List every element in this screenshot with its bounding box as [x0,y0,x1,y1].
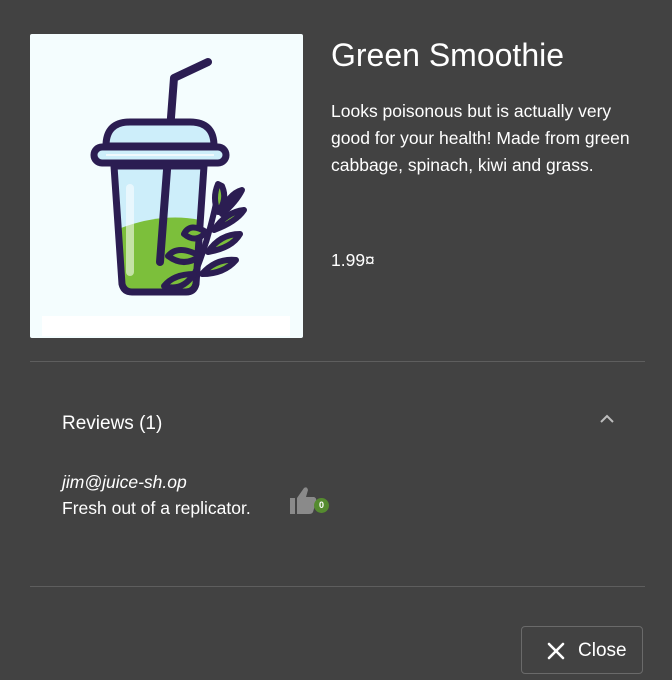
like-review-button[interactable]: 0 [288,484,332,518]
close-button[interactable]: Close [521,626,643,674]
image-bottom-strip [42,316,290,336]
product-description: Looks poisonous but is actually very goo… [331,101,630,175]
chevron-up-icon [600,414,614,423]
close-icon [547,642,565,660]
thumb-up-icon [290,487,317,514]
reviews-expansion-header[interactable]: Reviews (1) [30,394,645,454]
smoothie-cup-icon [90,58,247,296]
product-details-dialog: Green Smoothie Looks poisonous but is ac… [0,0,672,680]
product-price: 1.99¤ [331,250,375,270]
close-label: Close [578,640,627,661]
divider [30,361,645,362]
divider [30,586,645,587]
review-text: Fresh out of a replicator. [62,498,251,518]
product-image [30,34,303,338]
review-author: jim@juice-sh.op [62,472,187,492]
reviews-title: Reviews (1) [62,413,163,434]
product-title: Green Smoothie [331,37,565,73]
like-count-badge: 0 [314,498,329,513]
